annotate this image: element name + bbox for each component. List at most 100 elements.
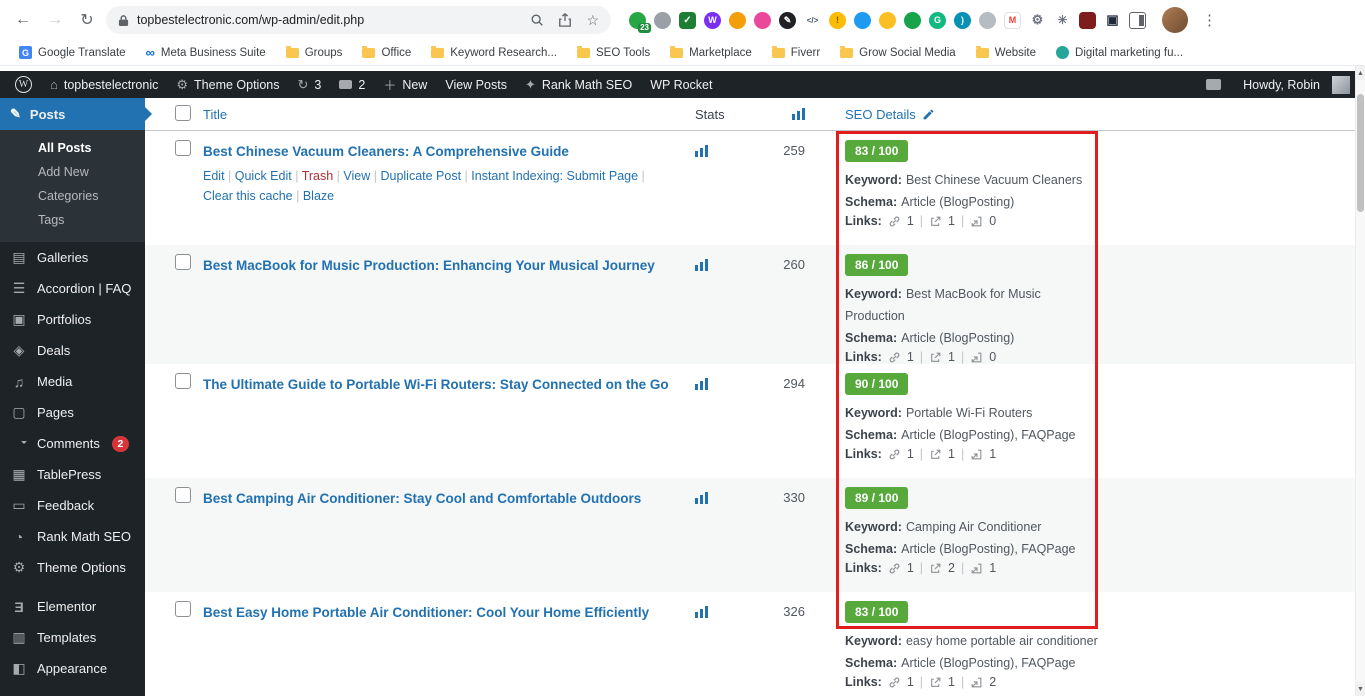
sidebar-item-feedback[interactable]: Feedback [0, 490, 145, 521]
sidebar-item-theme-options[interactable]: Theme Options [0, 552, 145, 583]
new-content-menu[interactable]: ＋ New [374, 71, 436, 98]
row-checkbox[interactable] [175, 487, 191, 503]
bookmark-folder[interactable]: SEO Tools [568, 44, 659, 62]
wp-rocket-menu[interactable]: WP Rocket [641, 71, 721, 98]
post-title-link[interactable]: Best MacBook for Music Production: Enhan… [203, 256, 655, 276]
search-icon[interactable] [530, 13, 544, 27]
post-title-link[interactable]: The Ultimate Guide to Portable Wi-Fi Rou… [203, 375, 669, 395]
sidebar-item-appearance[interactable]: Appearance [0, 653, 145, 684]
site-name-menu[interactable]: ⌂ topbestelectronic [41, 71, 167, 98]
scroll-down-arrow[interactable]: ▼ [1356, 682, 1365, 696]
reload-icon[interactable]: ↻ [74, 7, 100, 33]
sidebar-item-portfolios[interactable]: Portfolios [0, 304, 145, 335]
bookmark-folder[interactable]: Fiverr [763, 44, 829, 62]
submenu-all-posts[interactable]: All Posts [0, 136, 145, 160]
extension-icon[interactable] [704, 11, 721, 29]
sidebar-item-templates[interactable]: Templates [0, 622, 145, 653]
wp-logo-menu[interactable] [6, 71, 41, 98]
sidebar-item-posts[interactable]: Posts [0, 98, 145, 130]
sidebar-item-tablepress[interactable]: TablePress [0, 459, 145, 490]
extension-icon[interactable] [879, 11, 896, 29]
forward-icon[interactable]: → [42, 7, 68, 33]
submenu-add-new[interactable]: Add New [0, 160, 145, 184]
post-title-link[interactable]: Best Chinese Vacuum Cleaners: A Comprehe… [203, 142, 569, 162]
extension-icon[interactable] [779, 11, 796, 29]
select-all-checkbox[interactable] [175, 104, 191, 121]
my-account-menu[interactable]: Howdy, Robin [1234, 75, 1359, 94]
extension-icon[interactable] [979, 11, 996, 29]
stats-chart-icon[interactable] [695, 145, 708, 157]
share-icon[interactable] [558, 13, 572, 27]
action-duplicate[interactable]: Duplicate Post [370, 169, 461, 183]
extensions-puzzle-icon[interactable] [1104, 12, 1121, 29]
sidebar-item-pages[interactable]: Pages [0, 397, 145, 428]
action-instant-indexing[interactable]: Instant Indexing: Submit Page [461, 169, 638, 183]
sidebar-item-deals[interactable]: Deals [0, 335, 145, 366]
stats-chart-icon[interactable] [695, 259, 708, 271]
back-icon[interactable]: ← [10, 7, 36, 33]
row-checkbox[interactable] [175, 254, 191, 270]
extension-icon[interactable] [654, 11, 671, 29]
comments-menu[interactable]: 2 [330, 71, 374, 98]
sidebar-item-media[interactable]: Media [0, 366, 145, 397]
theme-options-menu[interactable]: ⚙ Theme Options [167, 71, 288, 98]
sidebar-item-elementor[interactable]: Elementor [0, 591, 145, 622]
sidebar-item-comments[interactable]: Comments 2 [0, 428, 145, 459]
sidebar-item-rank-math[interactable]: Rank Math SEO [0, 521, 145, 552]
bookmark-folder[interactable]: Grow Social Media [831, 44, 965, 62]
extension-icon[interactable] [1004, 11, 1021, 29]
bookmark-folder[interactable]: Groups [277, 44, 352, 62]
extension-icon[interactable] [954, 11, 971, 29]
bookmark-item[interactable]: Meta Business Suite [137, 43, 275, 62]
submenu-tags[interactable]: Tags [0, 208, 145, 232]
profile-avatar[interactable] [1162, 7, 1188, 33]
rank-math-menu[interactable]: ✦ Rank Math SEO [516, 71, 641, 98]
stats-chart-icon[interactable] [695, 378, 708, 390]
side-panel-icon[interactable] [1129, 11, 1146, 29]
column-header-seo-details[interactable]: SEO Details [845, 107, 916, 122]
row-checkbox[interactable] [175, 601, 191, 617]
post-title-link[interactable]: Best Easy Home Portable Air Conditioner:… [203, 603, 649, 623]
scrollbar-thumb[interactable] [1357, 94, 1364, 212]
extension-icon[interactable]: 23 [629, 11, 651, 33]
bookmark-star-icon[interactable]: ☆ [586, 12, 599, 29]
feedback-screen-menu[interactable] [1197, 79, 1230, 90]
bookmark-folder[interactable]: Office [353, 44, 420, 62]
action-quick-edit[interactable]: Quick Edit [225, 169, 292, 183]
bookmark-folder[interactable]: Keyword Research... [422, 44, 566, 62]
stats-chart-icon[interactable] [695, 492, 708, 504]
stats-chart-icon[interactable] [695, 606, 708, 618]
post-title-link[interactable]: Best Camping Air Conditioner: Stay Cool … [203, 489, 641, 509]
row-checkbox[interactable] [175, 373, 191, 389]
extension-icon[interactable] [1054, 12, 1071, 29]
extension-icon[interactable] [829, 11, 846, 29]
extension-icon[interactable] [679, 11, 696, 29]
sidebar-item-accordion-faq[interactable]: Accordion | FAQ [0, 273, 145, 304]
extension-icon[interactable] [904, 11, 921, 29]
submenu-categories[interactable]: Categories [0, 184, 145, 208]
updates-menu[interactable]: ↻ 3 [289, 71, 331, 98]
extension-icon[interactable] [854, 11, 871, 29]
bookmark-folder[interactable]: Website [967, 44, 1045, 62]
column-header-title[interactable]: Title [203, 107, 227, 122]
extension-icon[interactable] [1079, 11, 1096, 29]
bookmark-item[interactable]: Google Translate [10, 43, 135, 62]
bookmark-folder[interactable]: Marketplace [661, 44, 761, 62]
row-checkbox[interactable] [175, 140, 191, 156]
bookmark-item[interactable]: Digital marketing fu... [1047, 43, 1192, 62]
edit-pencil-icon[interactable] [922, 108, 935, 121]
address-bar[interactable]: topbestelectronic.com/wp-admin/edit.php … [106, 6, 611, 34]
sidebar-item-galleries[interactable]: Galleries [0, 242, 145, 273]
action-view[interactable]: View [333, 169, 370, 183]
extension-icon[interactable] [1029, 12, 1046, 29]
action-trash[interactable]: Trash [292, 169, 333, 183]
action-edit[interactable]: Edit [203, 169, 225, 183]
extension-icon[interactable] [929, 11, 946, 29]
chrome-menu-icon[interactable]: ⋮ [1202, 11, 1217, 29]
extension-icon[interactable] [754, 11, 771, 29]
page-scrollbar[interactable]: ▲ ▼ [1355, 66, 1365, 696]
view-posts-menu[interactable]: View Posts [436, 71, 516, 98]
scroll-up-arrow[interactable]: ▲ [1356, 66, 1365, 80]
extension-icon[interactable] [804, 12, 821, 29]
extension-icon[interactable] [729, 11, 746, 29]
